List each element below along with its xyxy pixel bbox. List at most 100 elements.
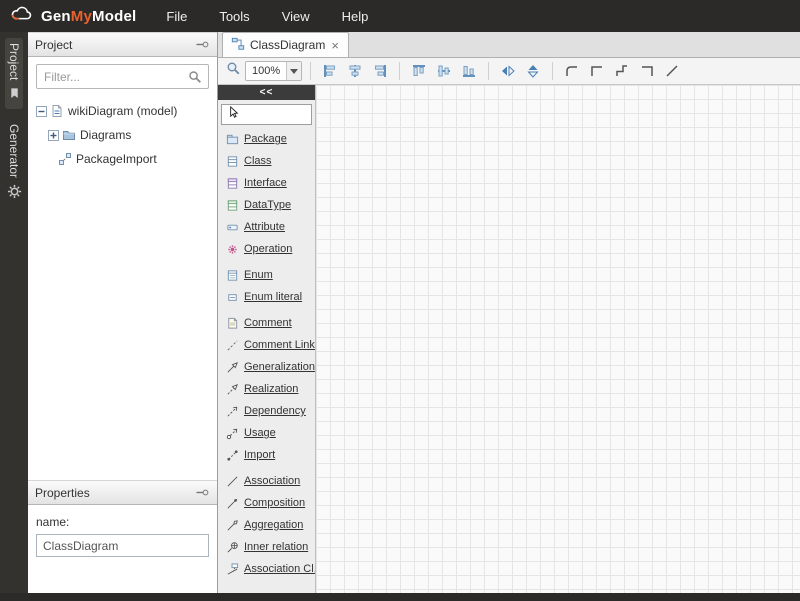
rail-tab-generator[interactable]: Generator (5, 119, 24, 209)
tree-label: Diagrams (80, 128, 131, 142)
collapse-minus-icon[interactable] (36, 106, 47, 117)
panel-pin-icon[interactable] (196, 39, 210, 51)
package-icon (225, 133, 239, 146)
edge-corner-button[interactable] (636, 60, 658, 82)
tab-label: ClassDiagram (250, 38, 325, 52)
filter-input[interactable] (36, 64, 209, 89)
palette-item-enum[interactable]: Enum (218, 264, 315, 286)
palette-item-package[interactable]: Package (218, 128, 315, 150)
folder-icon (62, 128, 76, 142)
palette-item-interface[interactable]: Interface (218, 172, 315, 194)
toolbar-separator (399, 62, 400, 80)
tree-row-model[interactable]: wikiDiagram (model) (28, 99, 217, 123)
zoom-value: 100% (246, 65, 286, 77)
palette-item-aggregation[interactable]: Aggregation (218, 514, 315, 536)
project-panel-title: Project (35, 38, 196, 52)
zoom-dropdown-arrow[interactable] (286, 62, 301, 80)
palette-item-label: Association Cl... (244, 563, 316, 575)
palette-item-label: Realization (244, 383, 298, 395)
align-top-button[interactable] (408, 60, 430, 82)
palette-item-datatype[interactable]: DataType (218, 194, 315, 216)
diagram-canvas[interactable] (316, 85, 800, 593)
association-class-icon (225, 563, 239, 576)
palette-item-import[interactable]: Import (218, 444, 315, 466)
toolbar-separator (552, 62, 553, 80)
expand-plus-icon[interactable] (48, 130, 59, 141)
datatype-icon (225, 199, 239, 212)
gear-icon (7, 184, 22, 204)
palette-item-usage[interactable]: Usage (218, 422, 315, 444)
palette-item-generalization[interactable]: Generalization (218, 356, 315, 378)
tree-row-packageimport[interactable]: PackageImport (28, 147, 217, 171)
panel-pin-icon[interactable] (196, 487, 210, 499)
palette-item-attribute[interactable]: Attribute (218, 216, 315, 238)
palette-item-label: Interface (244, 177, 287, 189)
palette-item-enum-literal[interactable]: Enum literal (218, 286, 315, 308)
palette-item-inner-relation[interactable]: Inner relation (218, 536, 315, 558)
chevron-down-icon (290, 69, 298, 74)
palette-item-label: Dependency (244, 405, 306, 417)
tab-close-icon[interactable]: × (330, 39, 340, 52)
palette-item-label: Association (244, 475, 300, 487)
project-panel: Project wikiDiagram (model) (28, 32, 218, 593)
zoom-dropdown[interactable]: 100% (245, 61, 302, 81)
menu-item-tools[interactable]: Tools (203, 0, 265, 32)
model-file-icon (50, 104, 64, 118)
align-bottom-button[interactable] (458, 60, 480, 82)
operation-icon (225, 243, 239, 256)
name-field-input[interactable] (36, 534, 209, 557)
palette-item-comment[interactable]: Comment (218, 312, 315, 334)
properties-body: name: (28, 505, 217, 593)
palette-item-class[interactable]: Class (218, 150, 315, 172)
workspace: << Package Class Interface (218, 85, 800, 593)
realization-icon (225, 383, 239, 396)
palette-collapse-button[interactable]: << (218, 85, 315, 100)
palette-item-label: Import (244, 449, 275, 461)
app-title: GenMyModel (41, 8, 136, 25)
palette-item-operation[interactable]: Operation (218, 238, 315, 260)
align-left-button[interactable] (319, 60, 341, 82)
tab-classdiagram[interactable]: ClassDiagram × (222, 32, 349, 57)
main-area: ClassDiagram × 100% (218, 32, 800, 593)
diagram-tab-icon (231, 37, 245, 54)
menu-item-help[interactable]: Help (326, 0, 385, 32)
palette-item-label: Usage (244, 427, 276, 439)
edge-curved-button[interactable] (561, 60, 583, 82)
flip-horizontal-button[interactable] (497, 60, 519, 82)
menu-item-view[interactable]: View (266, 0, 326, 32)
flip-vertical-button[interactable] (522, 60, 544, 82)
edge-straight-button[interactable] (661, 60, 683, 82)
project-panel-header: Project (28, 32, 217, 57)
rail-tab-project-label: Project (7, 43, 21, 80)
pointer-tool[interactable] (221, 104, 312, 125)
inner-relation-icon (225, 541, 239, 554)
package-import-tree-icon (58, 152, 72, 166)
enum-literal-icon (225, 291, 239, 304)
palette-item-comment-link[interactable]: Comment Link (218, 334, 315, 356)
app-logo: GenMyModel (0, 4, 150, 28)
palette-item-label: Attribute (244, 221, 285, 233)
edge-step-button[interactable] (611, 60, 633, 82)
cursor-icon (226, 105, 239, 124)
diagram-toolbar: 100% (218, 58, 800, 85)
usage-icon (225, 427, 239, 440)
palette-item-label: Class (244, 155, 272, 167)
top-menu-bar: GenMyModel File Tools View Help (0, 0, 800, 32)
palette-item-dependency[interactable]: Dependency (218, 400, 315, 422)
tree-row-diagrams[interactable]: Diagrams (28, 123, 217, 147)
edge-orthogonal-button[interactable] (586, 60, 608, 82)
palette-item-realization[interactable]: Realization (218, 378, 315, 400)
palette-item-composition[interactable]: Composition (218, 492, 315, 514)
rail-tab-project[interactable]: Project (5, 38, 23, 109)
palette-item-label: Inner relation (244, 541, 308, 553)
align-middle-button[interactable] (433, 60, 455, 82)
properties-panel-title: Properties (35, 486, 196, 500)
palette-item-association[interactable]: Association (218, 470, 315, 492)
search-icon (188, 70, 202, 89)
interface-icon (225, 177, 239, 190)
align-center-button[interactable] (344, 60, 366, 82)
palette-item-label: DataType (244, 199, 291, 211)
align-right-button[interactable] (369, 60, 391, 82)
palette-item-association-class[interactable]: Association Cl... (218, 558, 315, 580)
menu-item-file[interactable]: File (150, 0, 203, 32)
